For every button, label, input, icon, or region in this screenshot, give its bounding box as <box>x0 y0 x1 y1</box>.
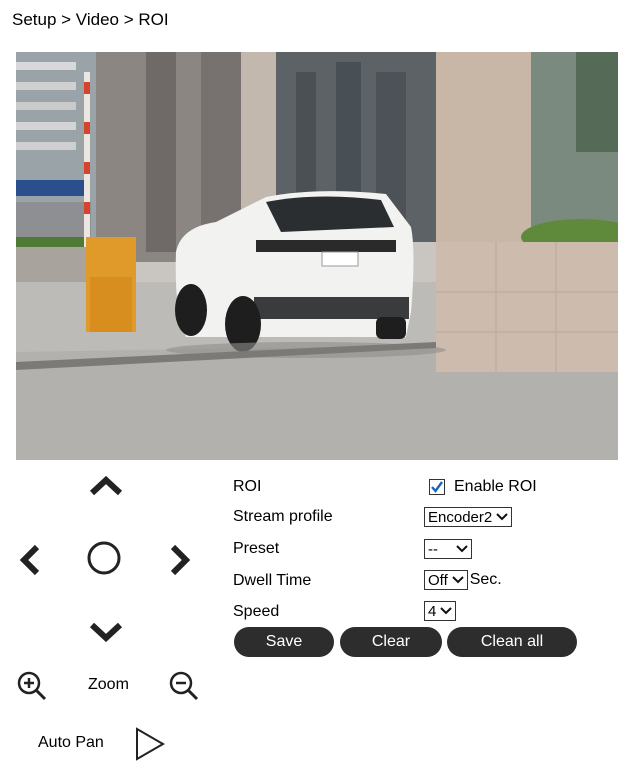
play-icon <box>136 727 166 761</box>
chevron-left-icon <box>19 544 40 576</box>
tilt-up-button[interactable] <box>84 464 128 508</box>
speed-label: Speed <box>233 603 280 620</box>
zoom-in-button[interactable] <box>10 664 54 708</box>
enable-roi-checkbox[interactable] <box>429 479 445 495</box>
chevron-down-icon <box>456 545 468 553</box>
dwell-time-label: Dwell Time <box>233 572 312 589</box>
speed-select[interactable]: 4 <box>424 601 457 621</box>
video-preview[interactable] <box>16 52 618 460</box>
chevron-down-icon <box>496 513 508 521</box>
ptz-controls: Zoom Auto Pan <box>0 460 220 761</box>
circle-icon <box>87 541 121 575</box>
dwell-time-select[interactable]: Off <box>424 570 468 590</box>
video-frame <box>16 52 618 460</box>
enable-roi-label: Enable ROI <box>454 478 537 495</box>
dwell-time-control: Off Sec. <box>424 570 502 590</box>
speed-value: 4 <box>428 602 437 620</box>
preset-label: Preset <box>233 540 280 557</box>
dwell-time-unit: Sec. <box>469 571 502 588</box>
stream-profile-label: Stream profile <box>233 508 333 525</box>
clear-button[interactable]: Clear <box>340 627 442 657</box>
chevron-right-icon <box>170 544 191 576</box>
zoom-label: Zoom <box>88 676 129 693</box>
home-position-button[interactable] <box>82 536 126 580</box>
pan-right-button[interactable] <box>158 538 202 582</box>
checkmark-icon <box>431 481 443 493</box>
chevron-down-icon <box>89 622 123 642</box>
auto-pan-play-button[interactable] <box>128 722 172 766</box>
tilt-down-button[interactable] <box>84 610 128 654</box>
stream-profile-value: Encoder2 <box>428 508 493 526</box>
preset-value: -- <box>428 540 438 558</box>
clean-all-button[interactable]: Clean all <box>447 627 577 657</box>
zoom-out-icon <box>169 671 199 701</box>
save-button[interactable]: Save <box>234 627 334 657</box>
auto-pan-label: Auto Pan <box>38 734 104 751</box>
zoom-out-button[interactable] <box>162 664 206 708</box>
chevron-up-icon <box>89 476 123 496</box>
preset-select[interactable]: -- <box>424 539 472 559</box>
chevron-down-icon <box>440 607 453 615</box>
zoom-in-icon <box>17 671 47 701</box>
roi-label: ROI <box>233 478 262 495</box>
chevron-down-icon <box>452 576 464 584</box>
dwell-time-value: Off <box>428 571 448 589</box>
breadcrumb: Setup > Video > ROI <box>12 10 169 29</box>
stream-profile-select[interactable]: Encoder2 <box>424 507 513 527</box>
enable-roi-control[interactable]: Enable ROI <box>429 478 537 496</box>
pan-left-button[interactable] <box>8 538 52 582</box>
